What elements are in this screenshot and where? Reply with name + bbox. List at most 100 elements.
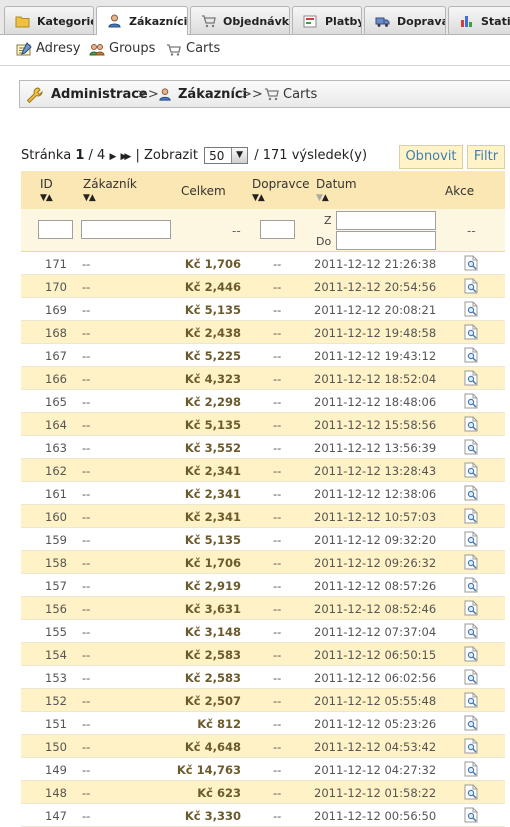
table-row[interactable]: 171 -- Kč 1,706 -- 2011-12-12 21:26:38 bbox=[21, 252, 505, 275]
view-detail-icon[interactable] bbox=[464, 761, 478, 777]
table-row[interactable]: 167 -- Kč 5,225 -- 2011-12-12 19:43:12 bbox=[21, 344, 505, 367]
cell-carrier: -- bbox=[273, 487, 282, 501]
table-row[interactable]: 169 -- Kč 5,135 -- 2011-12-12 20:08:21 bbox=[21, 298, 505, 321]
sub-menu: Adresy Groups Carts bbox=[0, 35, 510, 66]
tab-label: Doprava bbox=[397, 15, 446, 28]
next-page-icon[interactable]: ▶ bbox=[109, 152, 116, 162]
table-row[interactable]: 154 -- Kč 2,583 -- 2011-12-12 06:50:15 bbox=[21, 643, 505, 666]
sort-date-icon[interactable]: ▼▲ bbox=[316, 193, 329, 203]
table-row[interactable]: 159 -- Kč 5,135 -- 2011-12-12 09:32:20 bbox=[21, 528, 505, 551]
cell-date: 2011-12-12 05:23:26 bbox=[314, 717, 437, 731]
date-from-input[interactable] bbox=[336, 211, 436, 230]
table-row[interactable]: 150 -- Kč 4,648 -- 2011-12-12 04:53:42 bbox=[21, 735, 505, 758]
sort-carrier-icon[interactable]: ▼▲ bbox=[252, 193, 265, 203]
id-filter-input[interactable] bbox=[38, 220, 73, 239]
tab-label: Statistiky bbox=[481, 15, 510, 28]
cell-total: Kč 2,507 bbox=[184, 694, 241, 708]
sort-customer-icon[interactable]: ▼▲ bbox=[83, 193, 96, 203]
cell-date: 2011-12-12 21:26:38 bbox=[314, 257, 437, 271]
view-detail-icon[interactable] bbox=[464, 393, 478, 409]
cell-carrier: -- bbox=[273, 763, 282, 777]
cell-carrier: -- bbox=[273, 280, 282, 294]
table-row[interactable]: 148 -- Kč 623 -- 2011-12-12 01:58:22 bbox=[21, 781, 505, 804]
tab-kategorie[interactable]: Kategorie bbox=[4, 6, 94, 34]
tab-objednavky[interactable]: Objednávky bbox=[190, 6, 290, 34]
table-row[interactable]: 162 -- Kč 2,341 -- 2011-12-12 13:28:43 bbox=[21, 459, 505, 482]
table-row[interactable]: 157 -- Kč 2,919 -- 2011-12-12 08:57:26 bbox=[21, 574, 505, 597]
per-page-select[interactable]: 50 ▼ bbox=[204, 147, 249, 164]
cell-date: 2011-12-12 09:32:20 bbox=[314, 533, 437, 547]
view-detail-icon[interactable] bbox=[464, 370, 478, 386]
cell-date: 2011-12-12 10:57:03 bbox=[314, 510, 437, 524]
view-detail-icon[interactable] bbox=[464, 278, 478, 294]
view-detail-icon[interactable] bbox=[464, 347, 478, 363]
view-detail-icon[interactable] bbox=[464, 692, 478, 708]
tab-doprava[interactable]: Doprava bbox=[364, 6, 446, 34]
table-row[interactable]: 164 -- Kč 5,135 -- 2011-12-12 15:58:56 bbox=[21, 413, 505, 436]
tab-platby[interactable]: Platby bbox=[292, 6, 362, 34]
cell-date: 2011-12-12 19:48:58 bbox=[314, 326, 437, 340]
cell-date: 2011-12-12 05:55:48 bbox=[314, 694, 437, 708]
carrier-filter-input[interactable] bbox=[260, 220, 295, 239]
table-row[interactable]: 156 -- Kč 3,631 -- 2011-12-12 08:52:46 bbox=[21, 597, 505, 620]
view-detail-icon[interactable] bbox=[464, 738, 478, 754]
view-detail-icon[interactable] bbox=[464, 577, 478, 593]
breadcrumb-root-link[interactable]: Administrace bbox=[51, 87, 148, 102]
view-detail-icon[interactable] bbox=[464, 485, 478, 501]
table-row[interactable]: 155 -- Kč 3,148 -- 2011-12-12 07:37:04 bbox=[21, 620, 505, 643]
view-detail-icon[interactable] bbox=[464, 784, 478, 800]
cell-id: 151 bbox=[45, 717, 67, 731]
page-label: Stránka bbox=[21, 148, 72, 163]
tab-statistiky[interactable]: Statistiky bbox=[448, 6, 510, 34]
refresh-button[interactable]: Obnovit bbox=[399, 145, 463, 169]
table-row[interactable]: 151 -- Kč 812 -- 2011-12-12 05:23:26 bbox=[21, 712, 505, 735]
table-row[interactable]: 165 -- Kč 2,298 -- 2011-12-12 18:48:06 bbox=[21, 390, 505, 413]
view-detail-icon[interactable] bbox=[464, 554, 478, 570]
cell-customer: -- bbox=[82, 602, 91, 616]
view-detail-icon[interactable] bbox=[464, 600, 478, 616]
view-detail-icon[interactable] bbox=[464, 324, 478, 340]
cell-total: Kč 3,552 bbox=[184, 441, 241, 455]
view-detail-icon[interactable] bbox=[464, 462, 478, 478]
filter-button[interactable]: Filtr bbox=[467, 145, 505, 169]
table-row[interactable]: 153 -- Kč 2,583 -- 2011-12-12 06:02:56 bbox=[21, 666, 505, 689]
cart-icon bbox=[167, 44, 181, 56]
customer-filter-input[interactable] bbox=[81, 220, 171, 239]
cell-total: Kč 1,706 bbox=[184, 556, 241, 570]
view-detail-icon[interactable] bbox=[464, 508, 478, 524]
view-detail-icon[interactable] bbox=[464, 623, 478, 639]
tab-label: Zákazníci bbox=[129, 15, 188, 28]
view-detail-icon[interactable] bbox=[464, 807, 478, 823]
cell-customer: -- bbox=[82, 809, 91, 823]
view-detail-icon[interactable] bbox=[464, 439, 478, 455]
view-detail-icon[interactable] bbox=[464, 531, 478, 547]
cell-carrier: -- bbox=[273, 257, 282, 271]
last-page-icon[interactable]: ▶▶ bbox=[121, 152, 132, 162]
view-detail-icon[interactable] bbox=[464, 301, 478, 317]
breadcrumb-section-link[interactable]: Zákazníci bbox=[178, 87, 247, 102]
table-row[interactable]: 158 -- Kč 1,706 -- 2011-12-12 09:26:32 bbox=[21, 551, 505, 574]
chevron-down-icon: ▼ bbox=[231, 148, 248, 163]
cell-date: 2011-12-12 12:38:06 bbox=[314, 487, 437, 501]
total-pages: / 4 bbox=[88, 148, 106, 163]
view-detail-icon[interactable] bbox=[464, 646, 478, 662]
table-row[interactable]: 166 -- Kč 4,323 -- 2011-12-12 18:52:04 bbox=[21, 367, 505, 390]
cell-carrier: -- bbox=[273, 418, 282, 432]
table-row[interactable]: 152 -- Kč 2,507 -- 2011-12-12 05:55:48 bbox=[21, 689, 505, 712]
table-row[interactable]: 149 -- Kč 14,763 -- 2011-12-12 04:27:32 bbox=[21, 758, 505, 781]
cell-customer: -- bbox=[82, 395, 91, 409]
cell-customer: -- bbox=[82, 326, 91, 340]
sort-id-icon[interactable]: ▼▲ bbox=[40, 193, 53, 203]
table-row[interactable]: 170 -- Kč 2,446 -- 2011-12-12 20:54:56 bbox=[21, 275, 505, 298]
table-row[interactable]: 160 -- Kč 2,341 -- 2011-12-12 10:57:03 bbox=[21, 505, 505, 528]
table-row[interactable]: 163 -- Kč 3,552 -- 2011-12-12 13:56:39 bbox=[21, 436, 505, 459]
table-row[interactable]: 168 -- Kč 2,438 -- 2011-12-12 19:48:58 bbox=[21, 321, 505, 344]
view-detail-icon[interactable] bbox=[464, 416, 478, 432]
view-detail-icon[interactable] bbox=[464, 669, 478, 685]
date-to-input[interactable] bbox=[336, 231, 436, 250]
table-row[interactable]: 161 -- Kč 2,341 -- 2011-12-12 12:38:06 bbox=[21, 482, 505, 505]
view-detail-icon[interactable] bbox=[464, 715, 478, 731]
view-detail-icon[interactable] bbox=[464, 255, 478, 271]
cell-carrier: -- bbox=[273, 740, 282, 754]
tab-zakaznici[interactable]: Zákazníci bbox=[96, 6, 188, 35]
